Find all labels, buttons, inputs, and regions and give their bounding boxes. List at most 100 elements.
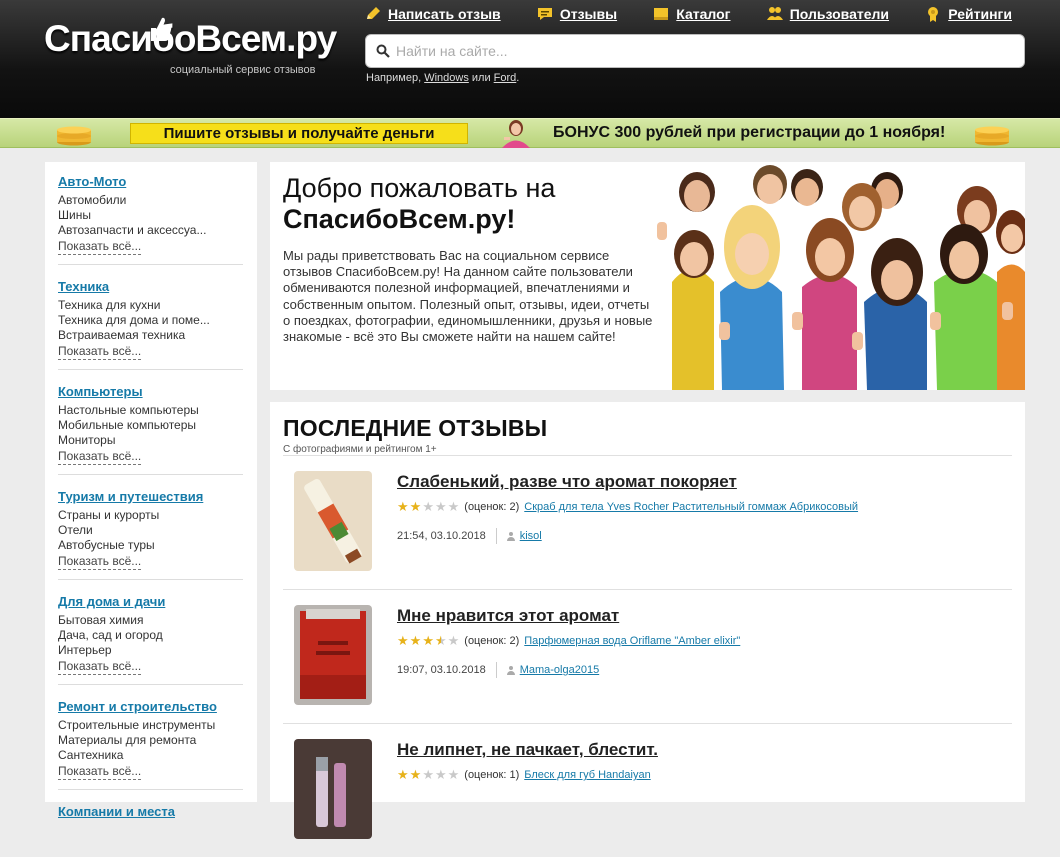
star-filled-icon: ★: [397, 499, 409, 514]
star-filled-icon: ★: [409, 767, 422, 782]
nav-label: Написать отзыв: [388, 6, 501, 22]
hint-example-windows[interactable]: Windows: [424, 72, 469, 84]
medal-icon: [928, 7, 939, 22]
review-author[interactable]: Mama-olga2015: [520, 664, 600, 676]
latest-reviews: ПОСЛЕДНИЕ ОТЗЫВЫ С фотографиями и рейтин…: [270, 402, 1025, 839]
star-empty-icon: ★: [434, 499, 447, 514]
product-link[interactable]: Парфюмерная вода Oriflame "Amber elixir": [524, 635, 740, 647]
category-repair: Ремонт и строительство Строительные инст…: [58, 699, 243, 790]
star-empty-icon: ★: [434, 767, 447, 782]
show-all-link[interactable]: Показать всё...: [58, 659, 142, 675]
subcategory-link[interactable]: Мониторы: [58, 433, 243, 448]
review-datetime: 19:07, 03.10.2018: [397, 664, 486, 676]
happy-crowd-image: [652, 162, 1025, 390]
nav-label: Каталог: [676, 6, 731, 22]
review-footer: 19:07, 03.10.2018 Mama-olga2015: [397, 662, 599, 678]
hint-example-ford[interactable]: Ford: [494, 72, 517, 84]
show-all-link[interactable]: Показать всё...: [58, 554, 142, 570]
subcategory-link[interactable]: Интерьер: [58, 643, 243, 658]
review-thumbnail[interactable]: [294, 471, 372, 571]
nav-users[interactable]: Пользователи: [766, 4, 889, 24]
reviews-subheading: С фотографиями и рейтингом 1+: [283, 444, 437, 455]
nav-reviews[interactable]: Отзывы: [536, 4, 617, 24]
star-empty-icon: ★: [447, 633, 460, 648]
site-logo[interactable]: СпасибоВсем.ру социальный сервис отзывов: [44, 17, 337, 88]
nav-write-review[interactable]: Написать отзыв: [364, 4, 501, 24]
review-title[interactable]: Слабенький, разве что аромат покоряет: [397, 472, 737, 492]
user-icon: [506, 531, 515, 541]
site-header: СпасибоВсем.ру социальный сервис отзывов…: [0, 0, 1060, 118]
subcategory-link[interactable]: Мобильные компьютеры: [58, 418, 243, 433]
subcategory-link[interactable]: Страны и курорты: [58, 508, 243, 523]
subcategory-link[interactable]: Бытовая химия: [58, 613, 243, 628]
star-empty-icon: ★: [422, 767, 434, 782]
top-navigation: Написать отзыв Отзывы Каталог Пользовате…: [364, 4, 1012, 24]
category-title[interactable]: Авто-Мото: [58, 174, 243, 189]
coin-stack-icon: [57, 126, 91, 146]
pencil-icon: [367, 7, 380, 19]
subcategory-link[interactable]: Настольные компьютеры: [58, 403, 243, 418]
category-title[interactable]: Для дома и дачи: [58, 594, 243, 609]
rating-stars: ★ ★ ★ ★ ★: [397, 767, 459, 783]
category-title[interactable]: Компьютеры: [58, 384, 243, 399]
promo-bonus[interactable]: БОНУС 300 рублей при регистрации до 1 но…: [553, 124, 945, 142]
product-link[interactable]: Блеск для губ Handaiyan: [524, 769, 650, 781]
subcategory-link[interactable]: Техника для кухни: [58, 298, 243, 313]
subcategory-link[interactable]: Строительные инструменты: [58, 718, 243, 733]
subcategory-link[interactable]: Автозапчасти и аксессуа...: [58, 223, 243, 238]
reviews-heading: ПОСЛЕДНИЕ ОТЗЫВЫ: [283, 415, 548, 441]
promo-earn-money[interactable]: Пишите отзывы и получайте деньги: [130, 123, 468, 144]
review-datetime: 21:54, 03.10.2018: [397, 530, 486, 542]
category-title[interactable]: Ремонт и строительство: [58, 699, 243, 714]
welcome-title-line2: СпасибоВсем.ру!: [283, 204, 516, 234]
subcategory-link[interactable]: Дача, сад и огород: [58, 628, 243, 643]
hint-prefix: Например,: [366, 72, 422, 84]
subcategory-link[interactable]: Техника для дома и поме...: [58, 313, 243, 328]
subcategory-link[interactable]: Отели: [58, 523, 243, 538]
welcome-text: Мы рады приветствовать Вас на социальном…: [283, 248, 653, 345]
search-box: [365, 34, 1025, 68]
show-all-link[interactable]: Показать всё...: [58, 764, 142, 780]
logo-subtitle: социальный сервис отзывов: [170, 64, 316, 76]
review-title[interactable]: Мне нравится этот аромат: [397, 606, 619, 626]
nav-label: Пользователи: [789, 6, 890, 22]
review-author[interactable]: kisol: [520, 530, 542, 542]
show-all-link[interactable]: Показать всё...: [58, 344, 142, 360]
category-title[interactable]: Техника: [58, 279, 243, 294]
subcategory-link[interactable]: Автомобили: [58, 193, 243, 208]
show-all-link[interactable]: Показать всё...: [58, 239, 142, 255]
subcategory-link[interactable]: Сантехника: [58, 748, 243, 763]
coin-stack-icon: [975, 126, 1009, 146]
search-icon[interactable]: [376, 44, 390, 58]
subcategory-link[interactable]: Шины: [58, 208, 243, 223]
show-all-link[interactable]: Показать всё...: [58, 449, 142, 465]
review-item: Слабенький, разве что аромат покоряет ★ ★…: [283, 455, 1012, 589]
review-thumbnail[interactable]: [294, 605, 372, 705]
category-title[interactable]: Туризм и путешествия: [58, 489, 243, 504]
folder-icon: [654, 8, 669, 20]
category-travel: Туризм и путешествия Страны и курорты От…: [58, 489, 243, 580]
review-thumbnail[interactable]: [294, 739, 372, 839]
subcategory-link[interactable]: Встраиваемая техника: [58, 328, 243, 343]
review-footer: 21:54, 03.10.2018 kisol: [397, 528, 542, 544]
nav-ratings[interactable]: Рейтинги: [924, 4, 1012, 24]
search-input[interactable]: [396, 43, 996, 59]
subcategory-link[interactable]: Материалы для ремонта: [58, 733, 243, 748]
star-half-icon: ★: [434, 633, 447, 648]
subcategory-link[interactable]: Автобусные туры: [58, 538, 243, 553]
review-meta: ★ ★ ★ ★ ★ (оценок: 1) Блеск для губ Handaiya…: [397, 767, 651, 783]
star-filled-icon: ★: [409, 499, 422, 514]
review-votes: (оценок: 2): [464, 501, 520, 513]
review-votes: (оценок: 2): [464, 635, 520, 647]
review-title[interactable]: Не липнет, не пачкает, блестит.: [397, 740, 658, 760]
star-empty-icon: ★: [447, 767, 460, 782]
welcome-title-line1: Добро пожаловать на: [283, 173, 556, 203]
star-filled-icon: ★: [422, 633, 434, 648]
product-link[interactable]: Скраб для тела Yves Rocher Растительный …: [524, 501, 858, 513]
nav-catalog[interactable]: Каталог: [652, 4, 731, 24]
thumbs-up-icon: [151, 17, 172, 41]
promo-banner[interactable]: Пишите отзывы и получайте деньги БОНУС 3…: [0, 118, 1060, 148]
speech-bubble-icon: [537, 8, 552, 20]
category-title[interactable]: Компании и места: [58, 804, 243, 819]
hint-or: или: [471, 72, 491, 84]
